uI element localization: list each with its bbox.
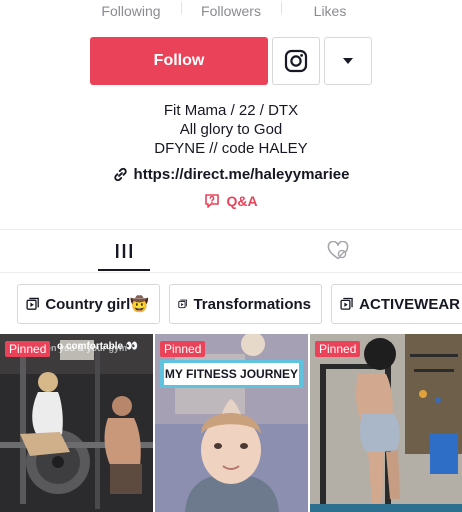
followers-label[interactable]: Followers (176, 3, 286, 19)
profile-stats: Following Followers Likes (0, 0, 462, 24)
instagram-button[interactable] (272, 37, 320, 85)
videos-grid-icon (116, 244, 132, 258)
playlist-icon (26, 297, 39, 310)
bio-line: Fit Mama / 22 / DTX (163, 102, 299, 119)
tab-videos[interactable] (0, 230, 248, 272)
more-options-button[interactable] (324, 37, 372, 85)
video-caption: MY FITNESS JOURNEY (164, 363, 299, 385)
link-icon (113, 167, 127, 182)
liked-heart-icon (327, 241, 349, 260)
video-frame: When you & your gym (0, 334, 153, 512)
playlist-chip[interactable]: Country girl🤠 (17, 284, 160, 324)
pinned-badge: Pinned (315, 341, 361, 357)
video-frame (155, 334, 308, 512)
divider (0, 272, 462, 273)
caret-down-icon (343, 58, 353, 64)
video-caption: o comfortable 👀 (57, 341, 139, 352)
bio-link-text[interactable]: https://direct.me/haleyymariee (134, 166, 350, 183)
active-tab-indicator (98, 269, 150, 271)
tab-liked[interactable] (214, 230, 462, 272)
video-thumbnail[interactable]: Pinned (310, 334, 462, 512)
video-grid: When you & your gym Pinned o comfortable… (0, 334, 462, 512)
playlist-label: ACTIVEWEAR (359, 295, 460, 313)
playlist-label: Country girl🤠 (45, 296, 149, 313)
qa-icon (205, 194, 220, 208)
video-thumbnail[interactable]: Pinned MY FITNESS JOURNEY (155, 334, 308, 512)
follow-button-label: Follow (153, 52, 205, 69)
video-thumbnail[interactable]: When you & your gym Pinned o comfortable… (0, 334, 153, 512)
bio-link[interactable]: https://direct.me/haleyymariee (0, 166, 462, 183)
bio-line: DFYNE // code HALEY (154, 140, 308, 157)
bio-line: All glory to God (179, 121, 283, 138)
playlist-row: Country girl🤠 Transformations ACTIVEWEAR (0, 284, 462, 324)
likes-label: Likes (313, 3, 347, 19)
qa-label: Q&A (226, 193, 258, 209)
profile-actions: Follow (0, 37, 462, 85)
playlist-icon (340, 297, 353, 310)
profile-bio: Fit Mama / 22 / DTX All glory to God DFY… (0, 101, 462, 158)
follow-button[interactable]: Follow (90, 37, 268, 85)
pinned-badge: Pinned (160, 341, 206, 357)
pinned-badge: Pinned (5, 341, 51, 357)
instagram-icon (284, 49, 308, 73)
video-frame (310, 334, 462, 512)
playlist-icon (178, 299, 188, 309)
playlist-chip[interactable]: ACTIVEWEAR (331, 284, 462, 324)
playlist-chip[interactable]: Transformations (169, 284, 322, 324)
qa-button[interactable]: Q&A (0, 193, 462, 209)
playlist-label: Transformations (193, 295, 311, 313)
following-label[interactable]: Following (76, 3, 186, 19)
